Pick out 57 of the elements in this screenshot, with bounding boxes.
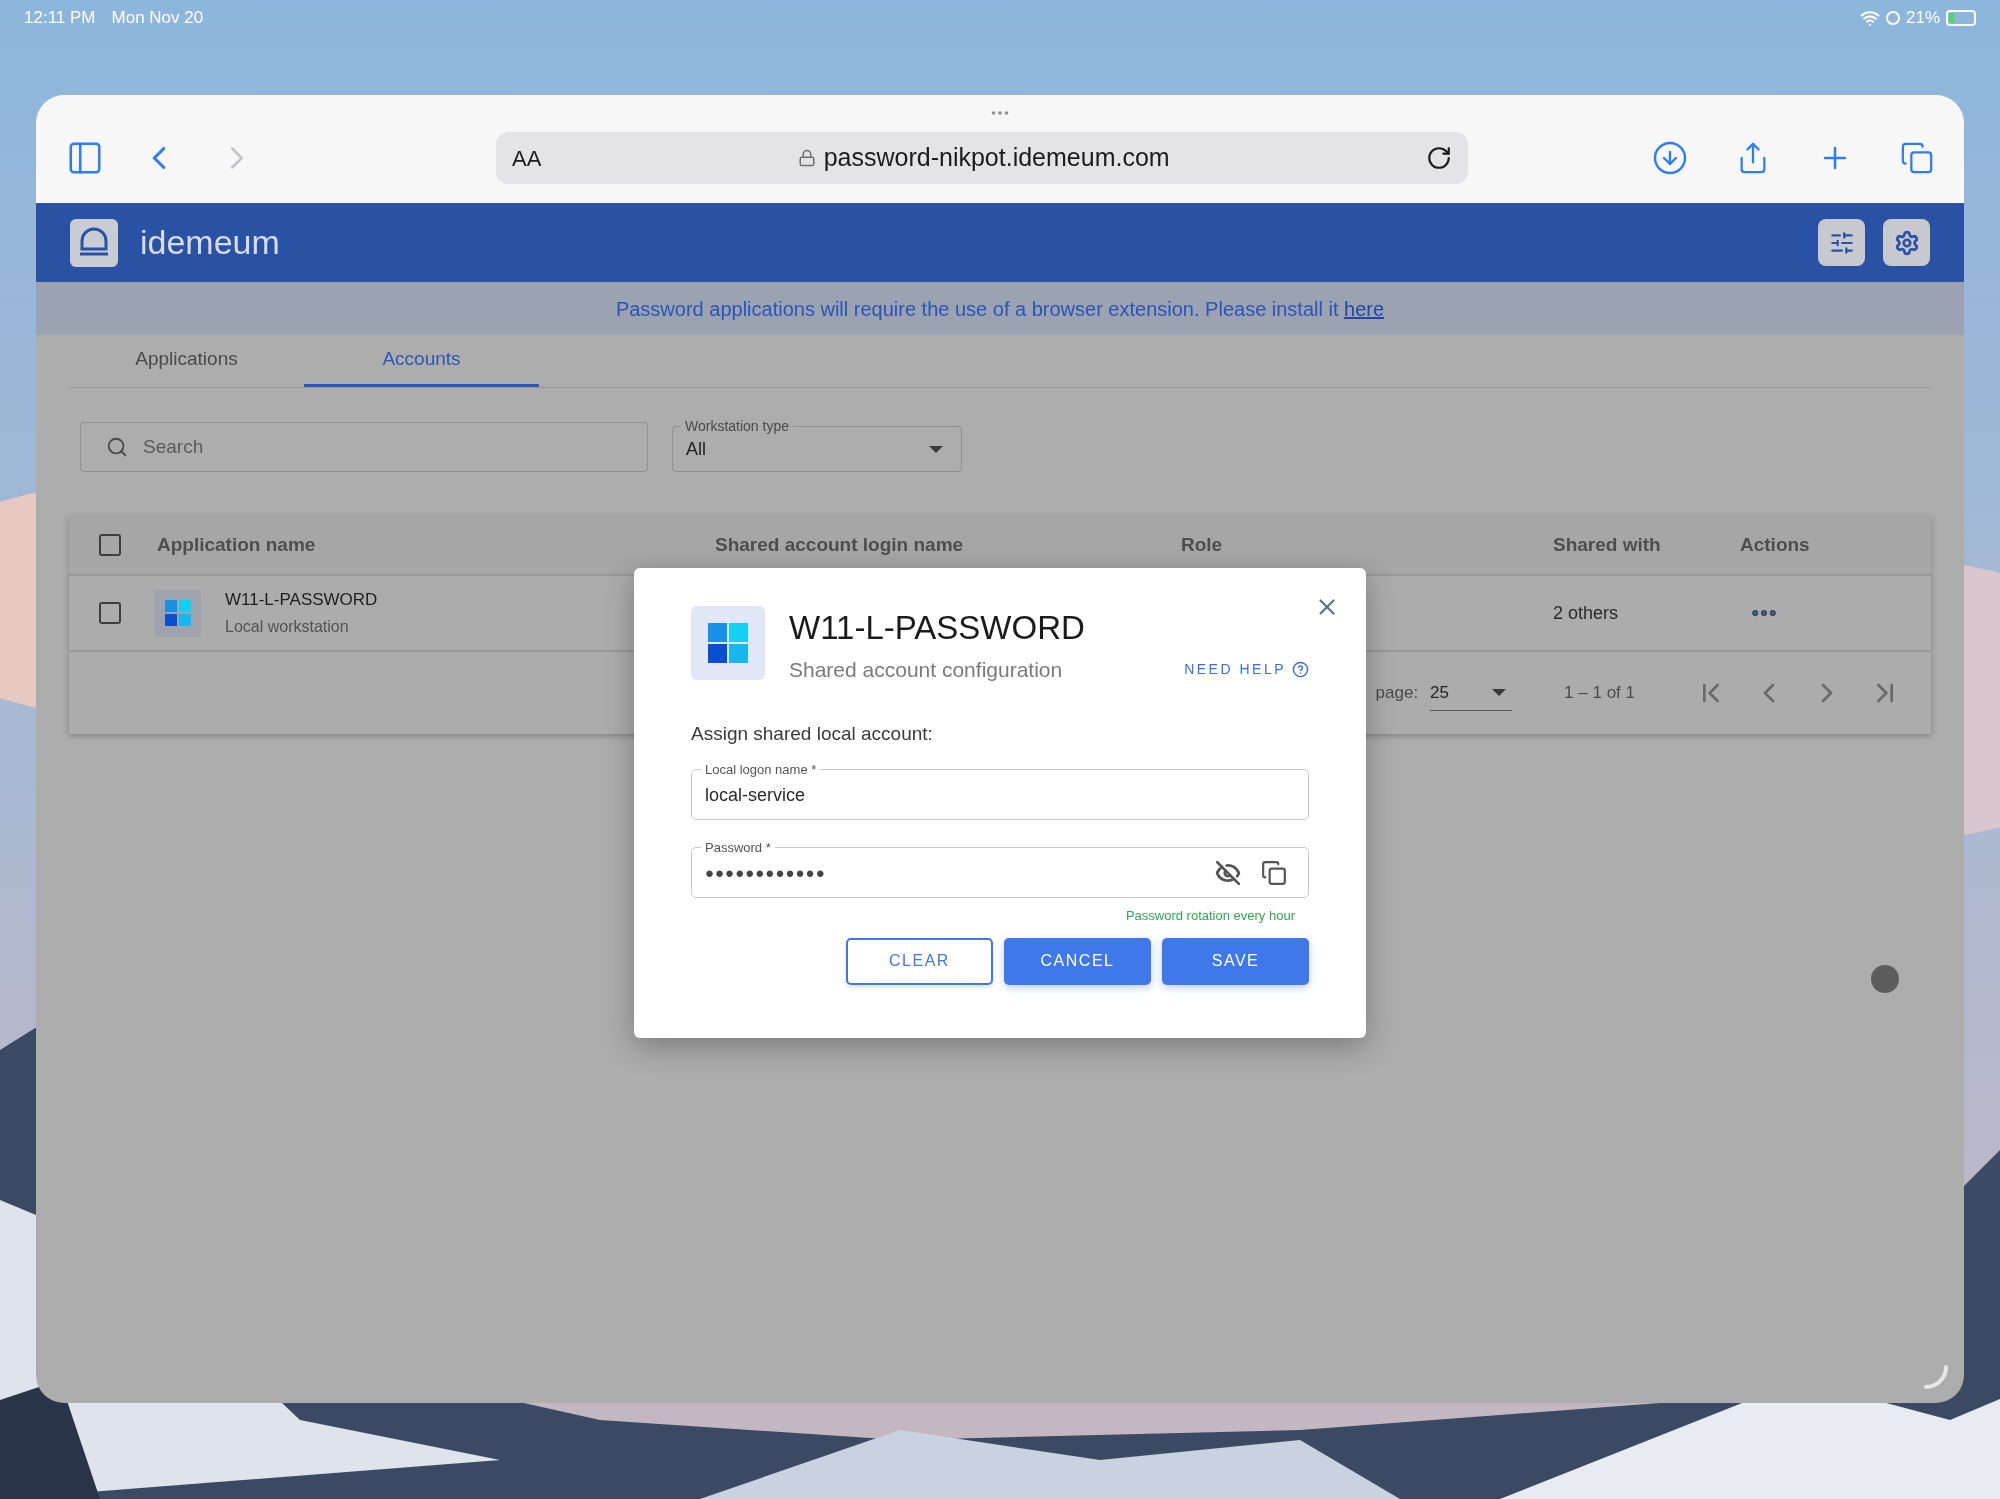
section-label: Assign shared local account:	[691, 721, 933, 746]
password-field[interactable]: Password * ●●●●●●●●●●●●	[691, 840, 1309, 898]
sidebar-icon[interactable]	[66, 139, 104, 177]
battery-percent: 21%	[1905, 6, 1940, 29]
status-date: Mon Nov 20	[111, 6, 204, 29]
text-size-button[interactable]: AA	[512, 141, 542, 175]
rotation-hint: Password rotation every hour	[1125, 907, 1295, 925]
search-icon	[106, 436, 128, 458]
hide-password-icon[interactable]	[1215, 860, 1241, 886]
need-help-link[interactable]: NEED HELP	[1184, 659, 1309, 681]
resize-handle-icon[interactable]	[1924, 1365, 1948, 1389]
dropdown-caret-icon	[929, 446, 943, 453]
per-page-select[interactable]: 25	[1430, 675, 1513, 711]
url-text: password-nikpot.idemeum.com	[823, 142, 1170, 174]
search-field[interactable]: Search	[80, 422, 648, 472]
extension-notice: Password applications will require the use of a browser extension. Please install it here	[615, 296, 1385, 322]
address-bar[interactable]: AA password-nikpot.idemeum.com	[496, 132, 1468, 184]
tab[interactable]: Applications	[69, 335, 304, 387]
tab[interactable]: Accounts	[304, 335, 539, 387]
download-icon[interactable]	[1652, 140, 1688, 176]
install-link[interactable]: here	[1344, 297, 1385, 320]
checkbox[interactable]	[99, 602, 121, 624]
status-time: 12:11 PM	[24, 6, 96, 29]
application-name: W11-L-PASSWORD	[225, 589, 378, 612]
rotation-lock-icon	[1885, 10, 1900, 25]
reload-icon[interactable]	[1426, 145, 1452, 171]
column-header: Shared with	[1553, 532, 1661, 557]
checkbox[interactable]	[99, 534, 121, 556]
help-icon	[1292, 661, 1309, 679]
page-range: 1 – 1 of 1	[1564, 682, 1635, 705]
column-header: Application name	[157, 532, 316, 557]
logon-name-field[interactable]: Local logon name * local-service	[691, 762, 1309, 820]
save-button[interactable]: SAVE	[1162, 937, 1309, 985]
windows-logo-icon	[164, 600, 191, 626]
table-cell-text: 2 others	[1553, 601, 1619, 625]
brand-name: idemeum	[140, 222, 280, 263]
column-header: Role	[1181, 532, 1223, 557]
sliders-icon	[1828, 229, 1855, 256]
application-type: Local workstation	[225, 616, 350, 637]
tabs-icon[interactable]	[1900, 141, 1934, 175]
dialog-title: W11-L-PASSWORD	[789, 608, 1086, 648]
column-header: Actions	[1740, 532, 1810, 557]
workstation-type-dropdown[interactable]: Workstation type All	[672, 418, 962, 472]
brand-logo-icon	[70, 218, 118, 267]
settings-icon	[1893, 229, 1920, 256]
lock-icon	[797, 149, 816, 167]
settings-button[interactable]	[1883, 219, 1930, 266]
assistive-touch-button[interactable]	[1871, 965, 1899, 993]
windows-logo-icon	[708, 623, 748, 663]
dialog-subtitle: Shared account configuration	[789, 657, 1063, 683]
per-page-label: page:	[1375, 682, 1419, 705]
copy-icon[interactable]	[1261, 860, 1287, 886]
clear-button[interactable]: CLEAR	[846, 937, 993, 985]
battery-icon	[1946, 9, 1976, 26]
cancel-button[interactable]: CANCEL	[1004, 937, 1151, 985]
filters-button[interactable]	[1818, 219, 1865, 266]
column-header: Shared account login name	[715, 532, 964, 557]
